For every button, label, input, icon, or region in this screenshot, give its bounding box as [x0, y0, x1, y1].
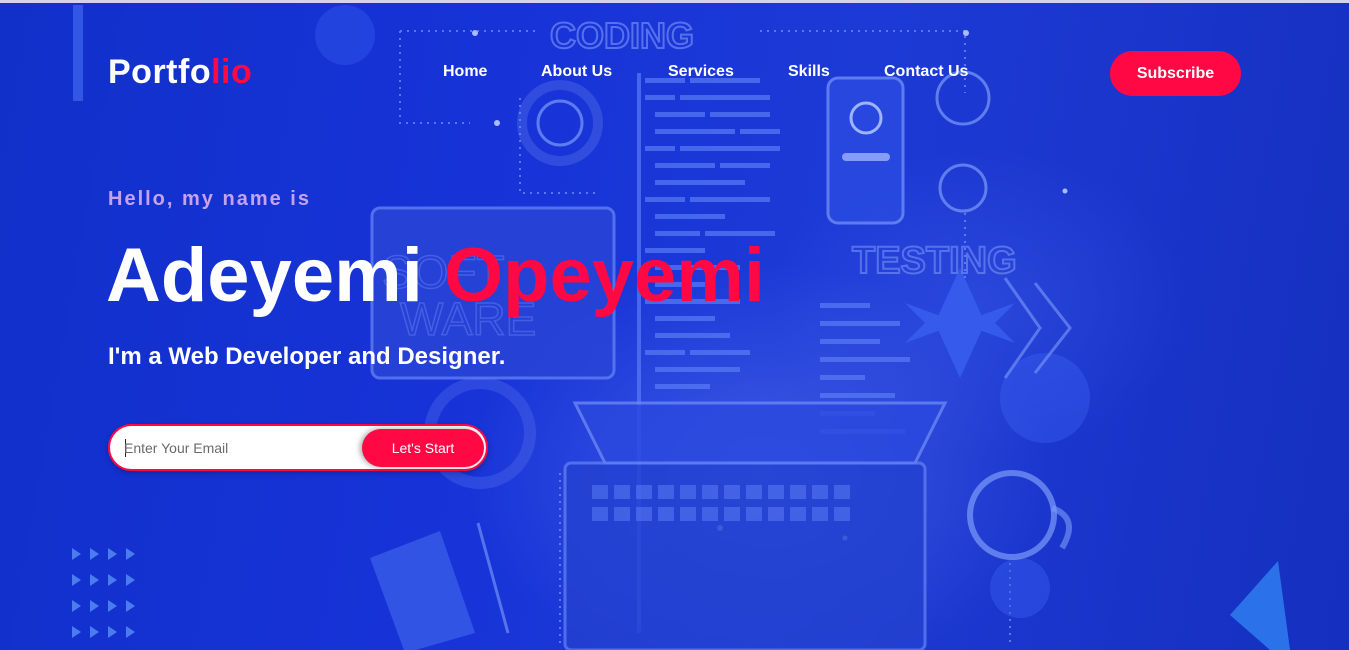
play-arrow-icon — [126, 548, 135, 560]
play-arrow-icon — [90, 548, 99, 560]
play-arrow-icon — [108, 600, 117, 612]
background-illustration: CODING TESTING SOFT WARE — [73, 5, 1290, 650]
play-arrow-icon — [90, 600, 99, 612]
nav-about-us[interactable]: About Us — [541, 63, 612, 81]
nav-skills[interactable]: Skills — [788, 63, 830, 81]
play-arrow-icon — [90, 626, 99, 638]
hero-section: CODING TESTING SOFT WARE Portfolio Home … — [0, 3, 1349, 650]
logo-accent-text: lio — [211, 53, 253, 91]
lets-start-button[interactable]: Let's Start — [362, 429, 484, 467]
subscribe-button[interactable]: Subscribe — [1110, 51, 1241, 96]
play-arrow-icon — [72, 574, 81, 586]
first-name: Adeyemi — [106, 233, 423, 318]
play-arrow-icon — [108, 626, 117, 638]
play-arrow-icon — [72, 600, 81, 612]
hero-name: Adeyemi Opeyemi — [106, 233, 765, 319]
svg-text:CODING: CODING — [550, 15, 694, 56]
play-arrow-icon — [126, 626, 135, 638]
play-arrow-icon — [72, 548, 81, 560]
nav-contact-us[interactable]: Contact Us — [884, 63, 968, 81]
last-name: Opeyemi — [443, 233, 765, 318]
logo-text: Portfo — [108, 53, 212, 91]
play-arrow-icon — [126, 600, 135, 612]
email-input[interactable] — [124, 436, 354, 460]
svg-text:TESTING: TESTING — [852, 240, 1017, 282]
play-arrow-icon — [126, 574, 135, 586]
hero-greeting: Hello, my name is — [108, 188, 311, 210]
play-arrow-icon — [108, 548, 117, 560]
play-arrow-icon — [72, 626, 81, 638]
play-arrow-icon — [90, 574, 99, 586]
hero-role: I'm a Web Developer and Designer. — [108, 343, 506, 370]
nav-services[interactable]: Services — [668, 63, 734, 81]
play-arrow-icon — [108, 574, 117, 586]
email-signup-form: Let's Start — [108, 424, 488, 471]
nav-home[interactable]: Home — [443, 63, 487, 81]
brand-logo[interactable]: Portfolio — [108, 53, 252, 92]
